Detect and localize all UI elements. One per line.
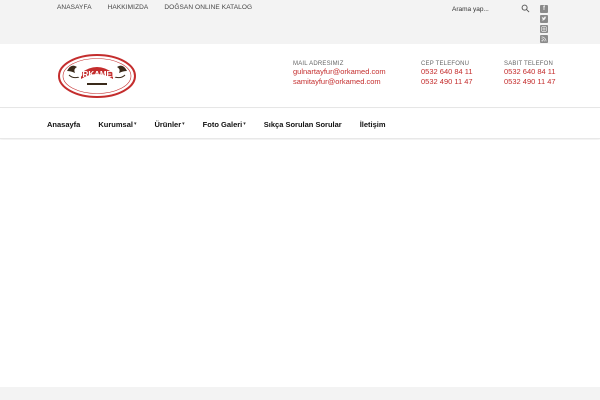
top-link-hakkimizda[interactable]: HAKKIMIZDA	[108, 4, 149, 11]
nav-item-label: Anasayfa	[47, 119, 81, 129]
top-link-katalog[interactable]: DOĞSAN ONLINE KATALOG	[164, 4, 252, 11]
search-icon[interactable]	[521, 4, 530, 13]
orkamed-logo[interactable]: ORKAMED	[57, 53, 137, 99]
chevron-down-icon: ▾	[133, 121, 137, 127]
social-icons: f	[540, 5, 548, 43]
nav-item-anasayfa[interactable]: Anasayfa	[47, 120, 80, 129]
nav-item-foto-galeri[interactable]: Foto Galeri ▾	[203, 120, 246, 129]
landline-contact: SABIT TELEFON 0532 640 84 11 0532 490 11…	[504, 61, 556, 87]
search-box	[446, 2, 534, 16]
mail-address-2[interactable]: samitayfur@orkamed.com	[293, 77, 386, 87]
twitter-icon[interactable]	[540, 15, 548, 23]
top-links: ANASAYFA HAKKIMIZDA DOĞSAN ONLINE KATALO…	[57, 4, 268, 11]
site-header: ORKAMED MAIL ADRESIMIZ gulnartayfur@orka…	[0, 44, 600, 108]
chevron-down-icon: ▾	[182, 121, 185, 127]
mail-address-1[interactable]: gulnartayfur@orkamed.com	[293, 67, 386, 77]
instagram-icon[interactable]	[540, 25, 548, 33]
footer-strip	[0, 387, 600, 400]
landline-phone-1[interactable]: 0532 640 84 11	[504, 67, 556, 77]
nav-item-sss[interactable]: Sıkça Sorulan Sorular	[264, 120, 342, 129]
rss-icon[interactable]	[540, 35, 548, 43]
nav-items: Anasayfa Kurumsal ▾ Ürünler ▾ Foto Galer…	[47, 109, 404, 139]
chevron-down-icon: ▾	[243, 121, 246, 127]
top-bar: ANASAYFA HAKKIMIZDA DOĞSAN ONLINE KATALO…	[0, 0, 600, 44]
page-content	[0, 140, 600, 386]
page: ANASAYFA HAKKIMIZDA DOĞSAN ONLINE KATALO…	[0, 0, 600, 400]
nav-item-kurumsal[interactable]: Kurumsal ▾	[98, 120, 136, 129]
nav-item-label: Ürünler	[154, 119, 182, 129]
nav-item-label: Foto Galeri	[202, 119, 243, 129]
top-link-anasayfa[interactable]: ANASAYFA	[57, 4, 92, 11]
mobile-phone-1[interactable]: 0532 640 84 11	[421, 67, 473, 77]
mobile-phone-2[interactable]: 0532 490 11 47	[421, 77, 473, 87]
nav-item-label: Sıkça Sorulan Sorular	[263, 119, 342, 129]
nav-item-urunler[interactable]: Ürünler ▾	[154, 120, 184, 129]
nav-item-label: İletişim	[359, 119, 386, 129]
nav-item-iletisim[interactable]: İletişim	[360, 120, 386, 129]
mobile-contact: CEP TELEFONU 0532 640 84 11 0532 490 11 …	[421, 61, 473, 87]
main-nav: Anasayfa Kurumsal ▾ Ürünler ▾ Foto Galer…	[0, 109, 600, 139]
logo-text: ORKAMED	[76, 70, 118, 79]
search-input[interactable]	[446, 5, 516, 13]
nav-item-label: Kurumsal	[98, 119, 133, 129]
facebook-icon[interactable]: f	[540, 5, 548, 13]
mail-contact: MAIL ADRESIMIZ gulnartayfur@orkamed.com …	[293, 61, 386, 87]
landline-phone-2[interactable]: 0532 490 11 47	[504, 77, 556, 87]
